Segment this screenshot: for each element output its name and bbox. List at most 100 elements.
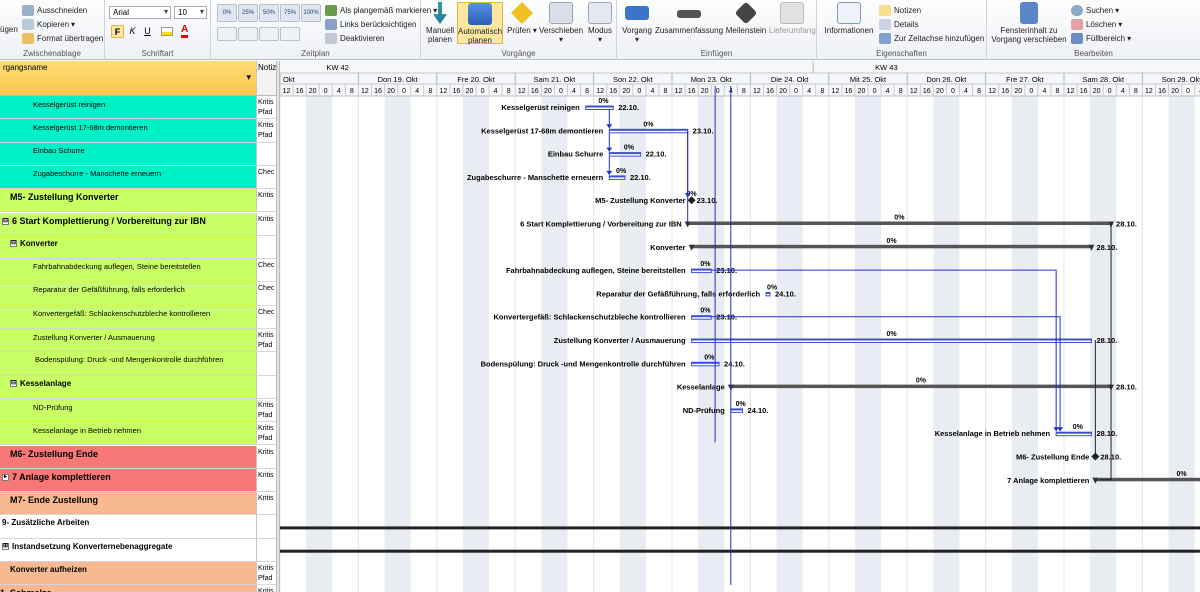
notes-cell[interactable]: Kritis Pfad — [257, 119, 276, 142]
scroll-to-task-button[interactable]: Fensterinhalt zu Vorgang verschieben — [987, 2, 1071, 44]
table-row[interactable]: ⊞ Instandsetzung Konverternebenaggregate — [0, 538, 276, 562]
respect-links-button[interactable]: Links berücksichtigen — [325, 17, 416, 31]
insert-deliverable-button[interactable]: Lieferumfang — [769, 2, 816, 35]
indent-icon[interactable] — [217, 27, 237, 41]
information-button[interactable]: Informationen — [821, 2, 877, 35]
task-name-cell[interactable]: M5- Zustellung Konverter — [0, 189, 257, 212]
table-row[interactable]: ND-Prüfung Kritis Pfad — [0, 398, 276, 423]
table-row[interactable]: M5- Zustellung Konverter Kritis — [0, 189, 276, 213]
collapse-toggle-icon[interactable]: ⊟ — [10, 240, 17, 248]
notes-cell[interactable]: Kritis — [257, 585, 276, 592]
pct-50-button[interactable]: 50% — [259, 4, 279, 22]
table-row[interactable]: ⊟ Konverter — [0, 235, 276, 260]
summary-bar[interactable] — [691, 244, 1092, 249]
table-row[interactable]: 1. Schmelze Kritis — [0, 585, 276, 592]
collapse-toggle-icon[interactable]: ⊟ — [10, 379, 17, 387]
task-name-cell[interactable]: ND-Prüfung — [0, 398, 257, 422]
notes-cell[interactable]: Chec — [257, 165, 276, 189]
pct-0-button[interactable]: 0% — [217, 4, 237, 22]
fill-button[interactable]: Füllbereich ▾ — [1071, 31, 1131, 45]
notes-cell[interactable]: Kritis — [257, 445, 276, 468]
notes-cell[interactable] — [257, 142, 276, 165]
pct-100-button[interactable]: 100% — [301, 4, 321, 22]
notes-cell[interactable]: Chec — [257, 305, 276, 328]
summary-bar[interactable] — [730, 384, 1112, 389]
table-row[interactable]: Zustellung Konverter / Ausmauerung Kritis… — [0, 329, 276, 353]
table-row[interactable]: Kesselgerüst reinigen Kritis Pfad — [0, 96, 276, 120]
notes-cell[interactable] — [257, 352, 276, 375]
notes-cell[interactable]: Kritis Pfad — [257, 329, 276, 352]
table-row[interactable]: Reparatur der Gefäßführung, falls erford… — [0, 282, 276, 306]
task-name-cell[interactable]: 1. Schmelze — [0, 585, 257, 592]
pct-25-button[interactable]: 25% — [238, 4, 258, 22]
task-name-cell[interactable]: Kesselgerüst 17-68m demontieren — [0, 119, 257, 142]
insert-milestone-button[interactable]: Meilenstein — [723, 1, 769, 35]
inspect-button[interactable]: Prüfen ▾ — [507, 2, 537, 35]
details-button[interactable]: Details — [879, 17, 918, 31]
notes-cell[interactable]: Kritis — [257, 468, 276, 492]
task-name-cell[interactable]: 9- Zusätzliche Arbeiten — [0, 515, 257, 538]
notes-cell[interactable]: Chec — [257, 282, 276, 305]
notes-cell[interactable]: Kritis — [257, 189, 276, 212]
column-header-notes[interactable]: Notiz — [257, 61, 276, 96]
task-name-cell[interactable]: ⊟ Kesselanlage — [0, 375, 257, 398]
notes-cell[interactable]: Kritis — [257, 492, 276, 515]
notes-cell[interactable] — [257, 375, 276, 398]
task-name-cell[interactable]: Reparatur der Gefäßführung, falls erford… — [0, 282, 257, 305]
task-name-cell[interactable]: Konverter aufheizen — [0, 562, 257, 585]
notes-cell[interactable] — [257, 538, 276, 561]
add-to-timeline-button[interactable]: Zur Zeitachse hinzufügen — [879, 31, 984, 45]
notes-cell[interactable] — [257, 515, 276, 538]
task-name-cell[interactable]: Konvertergefäß: Schlackenschutzbleche ko… — [0, 305, 257, 328]
paste-button[interactable]: ügen — [0, 22, 18, 36]
collapse-toggle-icon[interactable]: ⊞ — [2, 543, 9, 551]
table-row[interactable]: M6- Zustellung Ende Kritis — [0, 445, 276, 469]
underline-button[interactable]: U — [141, 25, 154, 38]
inactivate-button[interactable]: Deaktivieren — [325, 31, 384, 45]
task-name-cell[interactable]: Bodenspülung: Druck -und Mengenkontrolle… — [0, 352, 257, 375]
auto-schedule-button[interactable]: Automatisch planen — [457, 2, 503, 45]
table-row[interactable]: Einbau Schurre — [0, 142, 276, 166]
cut-button[interactable]: Ausschneiden — [22, 3, 87, 17]
table-row[interactable]: Kesselgerüst 17-68m demontieren Kritis Pfa… — [0, 119, 276, 143]
table-row[interactable]: ⊟ Kesselanlage — [0, 375, 276, 399]
task-name-cell[interactable]: ⊟ 6 Start Komplettierung / Vorbereitung z… — [0, 212, 257, 235]
task-name-cell[interactable]: ▸ 7 Anlage komplettieren — [0, 468, 257, 492]
bold-button[interactable]: F — [111, 25, 124, 38]
notes-button[interactable]: Notizen — [879, 3, 921, 17]
table-row[interactable]: ⊟ 6 Start Komplettierung / Vorbereitung z… — [0, 212, 276, 236]
highlight-color-icon[interactable] — [161, 27, 173, 36]
insert-task-button[interactable]: Vorgang ▾ — [619, 2, 655, 44]
task-name-cell[interactable]: ⊞ Instandsetzung Konverternebenaggregate — [0, 538, 257, 561]
notes-cell[interactable]: Chec — [257, 259, 276, 282]
task-name-cell[interactable]: Einbau Schurre — [0, 142, 257, 165]
table-row[interactable]: Bodenspülung: Druck -und Mengenkontrolle… — [0, 352, 276, 376]
table-row[interactable]: ▸ 7 Anlage komplettieren Kritis — [0, 468, 276, 493]
table-row[interactable]: Konverter aufheizen Kritis Pfad — [0, 562, 276, 586]
task-name-cell[interactable]: Zustellung Konverter / Ausmauerung — [0, 329, 257, 352]
move-button[interactable]: Verschieben ▾ — [538, 2, 584, 44]
task-name-cell[interactable]: M6- Zustellung Ende — [0, 445, 257, 468]
collapse-toggle-icon[interactable]: ▸ — [2, 473, 9, 481]
task-name-cell[interactable]: Fahrbahnabdeckung auflegen, Steine berei… — [0, 259, 257, 282]
font-size-combo[interactable]: 10 — [174, 6, 207, 19]
task-name-cell[interactable]: Kesselgerüst reinigen — [0, 96, 257, 119]
unlink-tasks-icon[interactable] — [280, 27, 300, 41]
notes-cell[interactable] — [257, 235, 276, 259]
notes-cell[interactable]: Kritis Pfad — [257, 96, 276, 119]
task-name-cell[interactable]: Zugabeschurre - Manschette erneuern — [0, 165, 257, 189]
table-row[interactable]: Kesselanlage in Betrieb nehmen Kritis Pfad — [0, 422, 276, 446]
table-row[interactable]: M7- Ende Zustellung Kritis — [0, 492, 276, 516]
task-name-cell[interactable]: ⊟ Konverter — [0, 235, 257, 259]
column-header-task-name[interactable]: rgangsname — [0, 61, 257, 96]
table-row[interactable]: Konvertergefäß: Schlackenschutzbleche ko… — [0, 305, 276, 329]
table-row[interactable]: 9- Zusätzliche Arbeiten — [0, 515, 276, 539]
collapse-toggle-icon[interactable]: ⊟ — [2, 217, 9, 225]
notes-cell[interactable]: Kritis Pfad — [257, 398, 276, 422]
outdent-icon[interactable] — [238, 27, 258, 41]
summary-bar[interactable] — [280, 526, 1200, 530]
summary-bar[interactable] — [687, 221, 1112, 226]
notes-cell[interactable]: Kritis — [257, 212, 276, 235]
insert-summary-button[interactable]: Zusammenfassung — [655, 2, 723, 35]
task-name-cell[interactable]: M7- Ende Zustellung — [0, 492, 257, 515]
